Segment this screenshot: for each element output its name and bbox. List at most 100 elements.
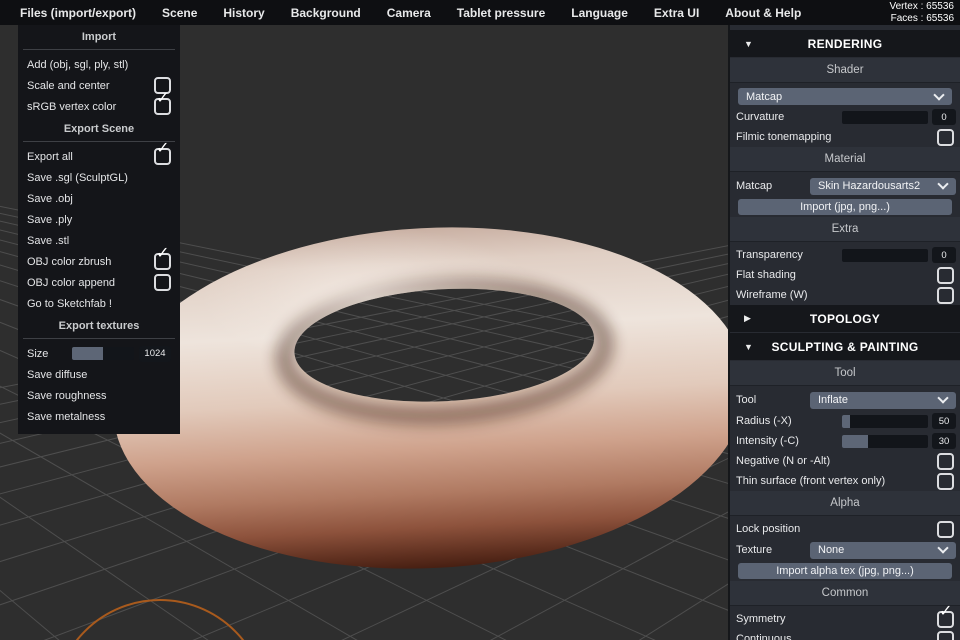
continuous-label: Continuous (736, 633, 792, 640)
vertex-count: Vertex : 65536 (889, 1, 955, 12)
matcap-select[interactable]: Skin Hazardousarts2 (810, 177, 956, 195)
right-sidebar: ▼ RENDERING Shader Matcap Curvature 0 Filmic t… (728, 25, 960, 640)
row-matcap: Matcap Skin Hazardousarts2 (730, 175, 960, 197)
texture-select[interactable]: None (810, 541, 956, 559)
obj-color-append-label: OBJ color append (27, 276, 116, 289)
obj-color-zbrush-checkbox[interactable]: ✓ (154, 246, 171, 270)
matcap-select[interactable]: Matcap (738, 88, 952, 105)
menu-language[interactable]: Language (558, 0, 641, 25)
menu-history[interactable]: History (210, 0, 277, 25)
negative-n-or-alt-checkbox[interactable] (937, 452, 954, 470)
import-jpg-png-button[interactable]: Import (jpg, png...) (738, 199, 952, 215)
save-ply-label: Save .ply (27, 213, 73, 226)
row-intensity-c: Intensity (-C) 30 (730, 431, 960, 451)
menu-section-import: Import (81, 31, 117, 43)
row-lock-position: Lock position (730, 519, 960, 539)
transparency-slider[interactable] (842, 248, 928, 262)
obj-color-append-checkbox[interactable] (154, 274, 171, 291)
row-continuous: Continuous (730, 629, 960, 640)
size-slider-fill (72, 347, 103, 360)
panel-header-rendering[interactable]: ▼ RENDERING (730, 30, 960, 57)
menu-background[interactable]: Background (278, 0, 374, 25)
menu-scene[interactable]: Scene (149, 0, 210, 25)
triangle-down-icon: ▼ (744, 341, 753, 352)
menu-item-save-roughness[interactable]: Save roughness (18, 385, 180, 406)
srgb-vertex-color-checkbox[interactable]: ✓ (154, 91, 171, 115)
checkmark-icon: ✓ (156, 90, 170, 107)
menu-item-size[interactable]: Size 1024 (18, 343, 180, 364)
go-to-sketchfab-label: Go to Sketchfab ! (27, 297, 112, 310)
import-alpha-tex-jpg-png-button[interactable]: Import alpha tex (jpg, png...) (738, 563, 952, 579)
menu-tablet-pressure[interactable]: Tablet pressure (444, 0, 558, 25)
triangle-down-icon: ▼ (744, 38, 753, 49)
save-metalness-label: Save metalness (27, 410, 106, 423)
menu-item-add-obj-sgl-ply-stl[interactable]: Add (obj, sgl, ply, stl) (18, 54, 180, 75)
lock-position-label: Lock position (736, 523, 801, 535)
intensity-c-slider-fill (842, 434, 868, 448)
row-curvature: Curvature 0 (730, 107, 960, 127)
intensity-c-slider[interactable] (842, 434, 928, 448)
tool-select[interactable]: Inflate (810, 391, 956, 409)
menu-item-save-diffuse[interactable]: Save diffuse (18, 364, 180, 385)
menu-section-export-scene: Export Scene (63, 123, 135, 135)
section-header-alpha: Alpha (730, 491, 960, 516)
transparency-label: Transparency (736, 249, 803, 261)
chevron-down-icon (937, 178, 949, 190)
menu-item-obj-color-append[interactable]: OBJ color append (18, 272, 180, 293)
menu-camera[interactable]: Camera (374, 0, 444, 25)
files-dropdown-menu: Import Add (obj, sgl, ply, stl) Scale and … (18, 25, 180, 434)
continuous-checkbox[interactable] (937, 630, 954, 640)
curvature-slider[interactable] (842, 110, 928, 124)
export-all-checkbox[interactable]: ✓ (154, 141, 171, 165)
srgb-vertex-color-label: sRGB vertex color (27, 100, 117, 113)
faces-count: Faces : 65536 (890, 12, 954, 24)
radius-x-label: Radius (-X) (736, 415, 792, 427)
panel-header-sculpting-painting[interactable]: ▼ SCULPTING & PAINTING (730, 333, 960, 360)
row-thin-surface-front-vertex-only: Thin surface (front vertex only) (730, 471, 960, 491)
radius-x-slider[interactable] (842, 414, 928, 428)
symmetry-label: Symmetry (736, 613, 786, 625)
filmic-tonemapping-checkbox[interactable] (937, 128, 954, 146)
menu-item-save-sgl-sculptgl[interactable]: Save .sgl (SculptGL) (18, 167, 180, 188)
matcap-select-value: Matcap (746, 90, 783, 103)
negative-n-or-alt-label: Negative (N or -Alt) (736, 455, 831, 467)
intensity-c-value: 30 (932, 433, 956, 449)
flat-shading-checkbox[interactable] (937, 266, 954, 284)
section-header-material: Material (730, 147, 960, 172)
lock-position-checkbox[interactable] (937, 520, 954, 538)
triangle-right-icon: ▶ (744, 313, 751, 323)
row-texture: Texture None (730, 539, 960, 561)
tool-select-value: Inflate (818, 394, 848, 406)
save-diffuse-label: Save diffuse (27, 368, 88, 381)
symmetry-checkbox[interactable]: ✓ (937, 603, 954, 628)
menu-item-obj-color-zbrush[interactable]: OBJ color zbrush ✓ (18, 246, 180, 272)
section-divider (23, 338, 175, 339)
save-sgl-sculptgl-label: Save .sgl (SculptGL) (27, 171, 128, 184)
row-transparency: Transparency 0 (730, 245, 960, 265)
menu-item-save-metalness[interactable]: Save metalness (18, 406, 180, 427)
menu-item-export-all[interactable]: Export all ✓ (18, 141, 180, 167)
wireframe-w-checkbox[interactable] (937, 286, 954, 304)
row-filmic-tonemapping: Filmic tonemapping (730, 127, 960, 147)
scale-and-center-label: Scale and center (27, 79, 110, 92)
menu-files-import-export[interactable]: Files (import/export) (0, 0, 149, 25)
thin-surface-front-vertex-only-label: Thin surface (front vertex only) (736, 475, 886, 487)
panel-header-topology[interactable]: ▶ TOPOLOGY (730, 305, 960, 332)
wireframe-w-label: Wireframe (W) (736, 289, 808, 301)
menu-item-save-ply[interactable]: Save .ply (18, 209, 180, 230)
add-obj-sgl-ply-stl-label: Add (obj, sgl, ply, stl) (27, 58, 129, 71)
matcap-select-value: Skin Hazardousarts2 (818, 180, 921, 192)
size-slider[interactable] (72, 347, 134, 360)
section-divider (23, 141, 175, 142)
menu-item-srgb-vertex-color[interactable]: sRGB vertex color ✓ (18, 91, 180, 117)
flat-shading-label: Flat shading (736, 269, 796, 281)
menu-item-save-obj[interactable]: Save .obj (18, 188, 180, 209)
texture-label: Texture (736, 544, 773, 556)
menu-extra-ui[interactable]: Extra UI (641, 0, 712, 25)
menu-about-help[interactable]: About & Help (712, 0, 814, 25)
thin-surface-front-vertex-only-checkbox[interactable] (937, 472, 954, 490)
menu-item-go-to-sketchfab[interactable]: Go to Sketchfab ! (18, 293, 180, 314)
section-header-shader: Shader (730, 58, 960, 83)
matcap-label: Matcap (736, 180, 773, 192)
transparency-value: 0 (932, 247, 956, 263)
